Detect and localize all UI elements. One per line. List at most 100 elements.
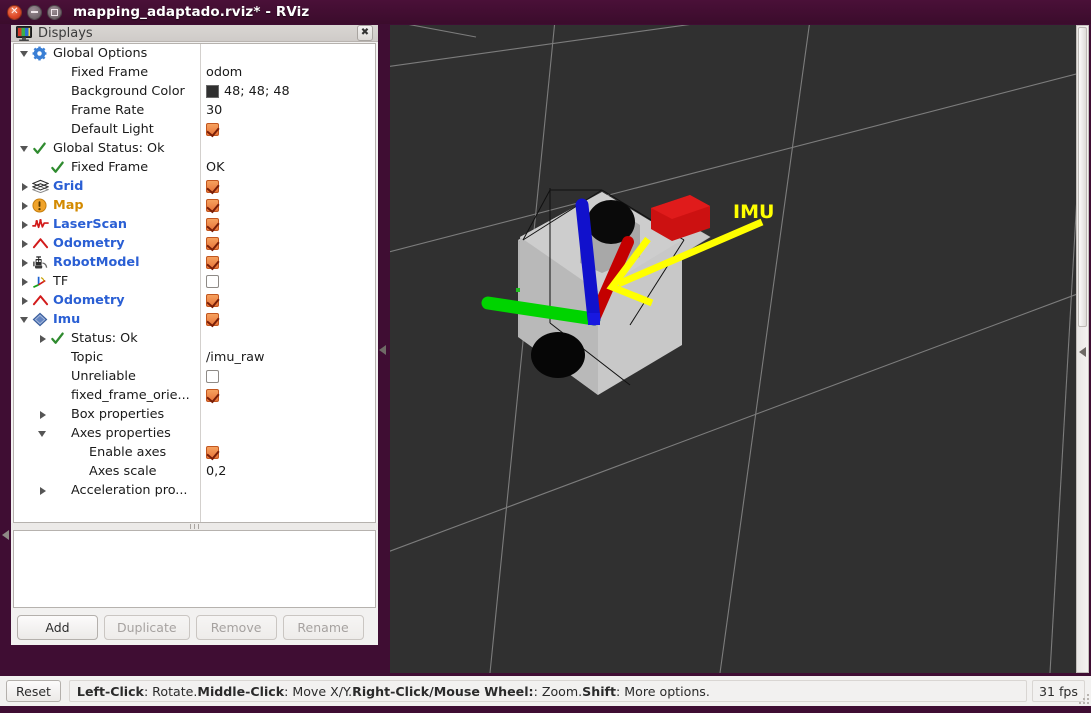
tree-row-topic[interactable]: Topic/imu_raw (14, 348, 375, 367)
axes-origin (588, 313, 600, 325)
checkbox-checked-icon[interactable] (206, 313, 219, 326)
fps-value: 31 fps (1038, 683, 1078, 699)
maximize-icon (51, 8, 58, 16)
chevron-right-icon[interactable] (20, 258, 29, 267)
chevron-right-icon[interactable] (20, 277, 29, 286)
left-dock-collapse-arrow[interactable] (2, 530, 9, 540)
tree-row-box-properties[interactable]: Box properties (14, 405, 375, 424)
tree-row-label: Map (53, 198, 84, 213)
chevron-right-icon[interactable] (20, 182, 29, 191)
tree-row-global-options[interactable]: Global Options (14, 44, 375, 63)
hint-segment: Middle-Click (197, 683, 285, 699)
tree-row-checkbox[interactable] (206, 272, 219, 291)
display-property-tree[interactable]: Global Options Fixed Frame odom Background … (13, 43, 376, 523)
view-right-collapse-arrow[interactable] (1079, 347, 1086, 357)
tree-row-label: Default Light (71, 122, 154, 137)
checkbox-unchecked-icon[interactable] (206, 370, 219, 383)
tree-row-checkbox[interactable] (206, 310, 219, 329)
checkbox-checked-icon[interactable] (206, 180, 219, 193)
checkbox-checked-icon[interactable] (206, 237, 219, 250)
check-green-icon (50, 331, 67, 346)
tree-row-background-color[interactable]: Background Color 48; 48; 48 (14, 82, 375, 101)
color-swatch[interactable] (206, 85, 219, 98)
tree-row-value[interactable]: 0,2 (206, 462, 226, 481)
checkbox-checked-icon[interactable] (206, 256, 219, 269)
none (50, 122, 67, 137)
tree-row-checkbox[interactable] (206, 120, 219, 139)
tree-row-odometry[interactable]: Odometry (14, 234, 375, 253)
tree-row-checkbox[interactable] (206, 253, 219, 272)
tree-row-tf[interactable]: TF (14, 272, 375, 291)
tree-row-grid[interactable]: Grid (14, 177, 375, 196)
chevron-right-icon[interactable] (20, 239, 29, 248)
tree-row-color-value[interactable]: 48; 48; 48 (206, 82, 290, 101)
tree-row-frame-rate[interactable]: Frame Rate 30 (14, 101, 375, 120)
chevron-right-icon[interactable] (38, 410, 47, 419)
window-maximize-button[interactable] (47, 4, 62, 20)
tree-row-checkbox[interactable] (206, 177, 219, 196)
chevron-down-icon[interactable] (20, 144, 29, 153)
tree-row-laserscan[interactable]: LaserScan (14, 215, 375, 234)
tree-row-checkbox[interactable] (206, 234, 219, 253)
scrollbar-thumb[interactable] (1078, 27, 1087, 327)
chevron-right-icon[interactable] (20, 296, 29, 305)
checkbox-checked-icon[interactable] (206, 199, 219, 212)
tree-row-checkbox[interactable] (206, 196, 219, 215)
add-button[interactable]: Add (17, 615, 98, 640)
tree-row-map[interactable]: Map (14, 196, 375, 215)
checkbox-checked-icon[interactable] (206, 123, 219, 136)
view-left-collapse-arrow[interactable] (379, 345, 386, 355)
tree-row-axes-properties[interactable]: Axes properties (14, 424, 375, 443)
tree-row-value[interactable]: /imu_raw (206, 348, 264, 367)
status-bar: Reset Left-Click: Rotate. Middle-Click: … (0, 676, 1091, 706)
chevron-down-icon[interactable] (38, 429, 47, 438)
tree-arrow-spacer (38, 353, 47, 362)
tree-row-value[interactable]: 30 (206, 101, 222, 120)
tree-row-unreliable[interactable]: Unreliable (14, 367, 375, 386)
checkbox-checked-icon[interactable] (206, 294, 219, 307)
tree-row-value[interactable]: odom (206, 63, 242, 82)
displays-panel-close-button[interactable]: ✖ (357, 25, 373, 41)
tree-row-label: Grid (53, 179, 84, 194)
chevron-down-icon[interactable] (20, 315, 29, 324)
checkbox-checked-icon[interactable] (206, 446, 219, 459)
tree-row-fixed-frame[interactable]: Fixed Frame OK (14, 158, 375, 177)
tree-row-value-text: 48; 48; 48 (224, 84, 290, 99)
tree-row-checkbox[interactable] (206, 386, 219, 405)
tree-row-checkbox[interactable] (206, 291, 219, 310)
tree-row-default-light[interactable]: Default Light (14, 120, 375, 139)
tree-row-fixed-frame[interactable]: Fixed Frame odom (14, 63, 375, 82)
checkbox-checked-icon[interactable] (206, 218, 219, 231)
tree-row-robotmodel[interactable]: RobotModel (14, 253, 375, 272)
window-close-button[interactable]: ✕ (7, 4, 22, 20)
tree-row-global-status-ok[interactable]: Global Status: Ok (14, 139, 375, 158)
tree-arrow-spacer (38, 391, 47, 400)
tree-row-checkbox[interactable] (206, 443, 219, 462)
checkbox-unchecked-icon[interactable] (206, 275, 219, 288)
resize-grip[interactable] (1077, 692, 1089, 704)
tree-row-enable-axes[interactable]: Enable axes (14, 443, 375, 462)
checkbox-checked-icon[interactable] (206, 389, 219, 402)
tree-row-fixed-frame-orie[interactable]: fixed_frame_orie... (14, 386, 375, 405)
tree-row-checkbox[interactable] (206, 367, 219, 386)
chevron-right-icon[interactable] (20, 220, 29, 229)
splitter-grip-bar (194, 524, 195, 529)
tree-row-checkbox[interactable] (206, 215, 219, 234)
tree-row-value[interactable]: OK (206, 158, 224, 177)
chevron-right-icon[interactable] (38, 486, 47, 495)
dock-splitter-handle[interactable] (11, 523, 378, 530)
tree-row-odometry[interactable]: Odometry (14, 291, 375, 310)
chevron-right-icon[interactable] (20, 201, 29, 210)
tree-row-acceleration-pro[interactable]: Acceleration pro... (14, 481, 375, 500)
tree-row-status-ok[interactable]: Status: Ok (14, 329, 375, 348)
reset-button[interactable]: Reset (6, 680, 61, 702)
chevron-down-icon[interactable] (20, 49, 29, 58)
tree-arrow-spacer (38, 372, 47, 381)
render-view-3d[interactable]: IMU (390, 25, 1076, 673)
tree-row-imu[interactable]: Imu (14, 310, 375, 329)
window-minimize-button[interactable] (27, 4, 42, 20)
chevron-right-icon[interactable] (38, 334, 47, 343)
tree-row-label: Odometry (53, 236, 125, 251)
tree-row-axes-scale[interactable]: Axes scale 0,2 (14, 462, 375, 481)
hint-segment: : More options. (616, 683, 710, 699)
